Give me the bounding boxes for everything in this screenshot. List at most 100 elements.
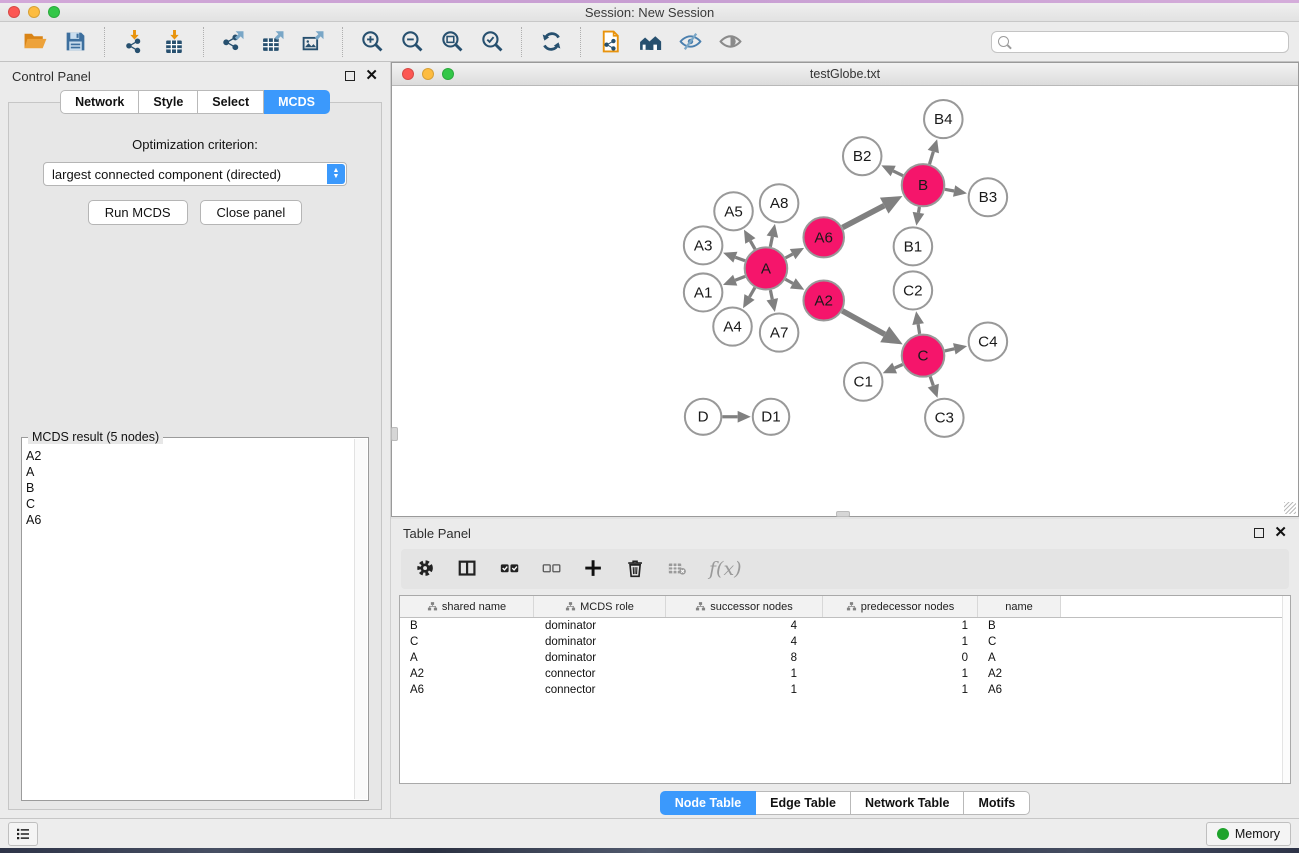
export-table-icon[interactable] [256,26,290,58]
graph-edge-C-C4[interactable] [945,349,954,351]
function-builder-icon[interactable]: f(x) [709,558,742,580]
run-mcds-button[interactable]: Run MCDS [88,200,188,225]
float-table-panel-icon[interactable] [1254,528,1264,538]
table-scrollbar[interactable] [1282,596,1290,783]
search-field[interactable] [991,31,1289,53]
node-table[interactable]: shared nameMCDS rolesuccessor nodesprede… [399,595,1291,784]
import-table-icon[interactable] [157,26,191,58]
resize-grip-icon[interactable] [1284,502,1296,514]
search-input[interactable] [1013,35,1282,49]
minimize-window-button[interactable] [28,6,40,18]
graph-node-B4[interactable]: B4 [924,100,963,138]
graph-node-A1[interactable]: A1 [684,273,723,311]
deselect-all-icon[interactable] [541,558,563,580]
zoom-out-icon[interactable] [395,26,429,58]
graph-node-D[interactable]: D [685,399,721,435]
graph-edge-C-C2[interactable] [918,324,920,334]
zoom-selected-icon[interactable] [475,26,509,58]
tab-node-table[interactable]: Node Table [660,791,756,815]
result-item[interactable]: B [26,480,354,496]
graph-node-A3[interactable]: A3 [684,226,723,264]
export-network-icon[interactable] [216,26,250,58]
network-close-button[interactable] [402,68,414,80]
tab-style[interactable]: Style [139,90,198,114]
add-column-icon[interactable] [583,558,605,580]
graph-edge-B-B2[interactable] [893,171,903,176]
graph-edge-A-A5[interactable] [750,241,755,249]
show-hidden-icon[interactable] [713,26,747,58]
tab-select[interactable]: Select [198,90,264,114]
table-row[interactable]: A6connector11A6 [400,682,1290,698]
delete-table-icon[interactable] [667,558,689,580]
graph-edge-C-C3[interactable] [930,377,933,386]
hide-selected-icon[interactable] [673,26,707,58]
close-panel-icon[interactable]: ✕ [365,71,378,81]
zoom-in-icon[interactable] [355,26,389,58]
float-panel-icon[interactable] [345,71,355,81]
graph-edge-A-A3[interactable] [735,257,745,261]
table-row[interactable]: A2connector11A2 [400,666,1290,682]
result-scrollbar[interactable] [354,439,367,799]
table-row[interactable]: Bdominator41B [400,618,1290,634]
graph-node-B2[interactable]: B2 [843,137,882,175]
tab-network-table[interactable]: Network Table [851,791,965,815]
save-session-icon[interactable] [58,26,92,58]
column-header-successor-nodes[interactable]: successor nodes [666,596,823,617]
mcds-result-list[interactable]: A2ABCA6 [26,448,354,798]
network-window-titlebar[interactable]: testGlobe.txt [392,63,1298,86]
graph-node-B1[interactable]: B1 [894,227,933,265]
column-header-name[interactable]: name [978,596,1061,617]
tab-motifs[interactable]: Motifs [964,791,1030,815]
network-zoom-button[interactable] [442,68,454,80]
graph-edge-A-A2[interactable] [785,279,792,283]
graph-node-C1[interactable]: C1 [844,363,883,401]
graph-edge-A-A7[interactable] [770,290,772,299]
table-row[interactable]: Cdominator41C [400,634,1290,650]
graph-edge-A2-C[interactable] [842,311,884,335]
column-header-predecessor-nodes[interactable]: predecessor nodes [823,596,978,617]
settings-gear-icon[interactable] [415,558,437,580]
import-network-icon[interactable] [117,26,151,58]
vertical-scroll-thumb[interactable] [391,427,398,441]
graph-node-B3[interactable]: B3 [969,178,1008,216]
graph-node-C2[interactable]: C2 [894,271,933,309]
graph-edge-A6-B[interactable] [843,206,885,228]
network-minimize-button[interactable] [422,68,434,80]
graph-node-A5[interactable]: A5 [714,192,753,230]
columns-icon[interactable] [457,558,479,580]
graph-node-C3[interactable]: C3 [925,399,964,437]
graph-edge-A-A4[interactable] [750,288,755,297]
table-row[interactable]: Adominator80A [400,650,1290,666]
column-header-shared-name[interactable]: shared name [400,596,534,617]
export-image-icon[interactable] [296,26,330,58]
graph-node-A[interactable]: A [745,247,788,289]
tab-mcds[interactable]: MCDS [264,90,330,114]
graph-node-D1[interactable]: D1 [753,399,789,435]
horizontal-scroll-thumb[interactable] [836,511,850,517]
graph-node-A8[interactable]: A8 [760,184,799,222]
graph-edge-C-C1[interactable] [895,365,903,368]
network-canvas[interactable]: B4B2BB3A8A5A6A3B1AA1C2A2A4A7C4CC1C3DD1 [392,86,1298,516]
refresh-icon[interactable] [534,26,568,58]
graph-node-C4[interactable]: C4 [969,323,1008,361]
memory-button[interactable]: Memory [1206,822,1291,846]
new-network-from-file-icon[interactable] [593,26,627,58]
column-header-MCDS-role[interactable]: MCDS role [534,596,666,617]
graph-edge-B-B1[interactable] [918,207,919,213]
window-controls[interactable] [8,3,60,21]
zoom-fit-icon[interactable] [435,26,469,58]
zoom-window-button[interactable] [48,6,60,18]
graph-node-A2[interactable]: A2 [803,280,844,320]
graph-edge-B-B3[interactable] [945,189,954,191]
task-history-button[interactable] [8,822,38,846]
graph-node-A4[interactable]: A4 [713,308,752,346]
graph-node-A6[interactable]: A6 [803,217,844,257]
delete-column-icon[interactable] [625,558,647,580]
criterion-select[interactable]: largest connected component (directed) ▲… [43,162,347,186]
close-window-button[interactable] [8,6,20,18]
result-item[interactable]: A6 [26,512,354,528]
graph-edge-B-B4[interactable] [929,152,933,165]
close-panel-button[interactable]: Close panel [200,200,303,225]
graph-node-B[interactable]: B [902,164,945,206]
show-all-networks-icon[interactable] [633,26,667,58]
